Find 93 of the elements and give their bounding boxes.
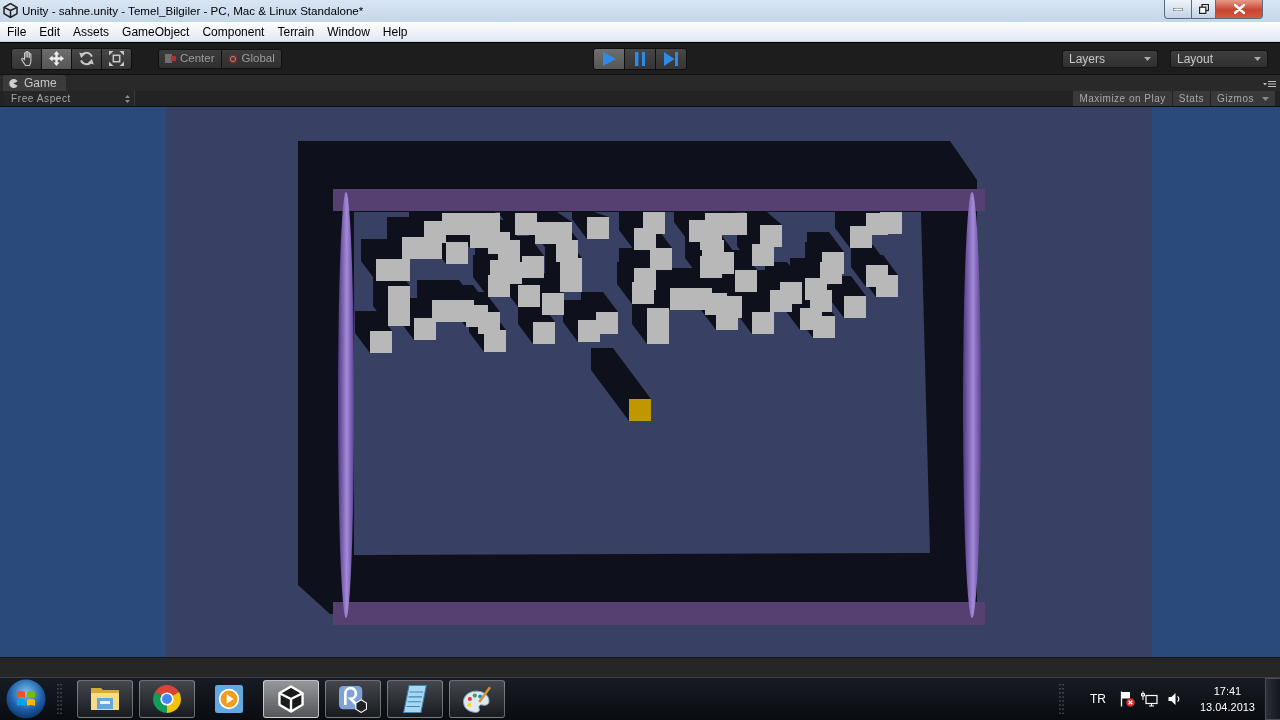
minimize-icon xyxy=(1173,7,1183,11)
hand-icon xyxy=(19,51,34,66)
close-icon xyxy=(1233,4,1245,14)
brick xyxy=(587,217,609,239)
global-toggle[interactable]: Global xyxy=(220,48,282,69)
restore-icon xyxy=(1198,4,1209,14)
taskbar-app-button[interactable] xyxy=(77,680,133,718)
menu-item[interactable]: Assets xyxy=(67,22,116,41)
brick xyxy=(634,228,656,250)
dropdown[interactable]: Layout xyxy=(1170,49,1268,68)
brick xyxy=(515,213,537,235)
folder-icon xyxy=(91,688,119,710)
caret-icon xyxy=(1254,56,1261,61)
clock[interactable]: 17:41 13.04.2013 xyxy=(1198,683,1256,715)
center-toggle[interactable]: Center xyxy=(158,48,222,69)
view-option-button[interactable]: Gizmos xyxy=(1210,91,1275,106)
pivot-icon xyxy=(165,54,176,63)
hand-tool-button[interactable] xyxy=(11,47,42,70)
taskbar-app-button[interactable] xyxy=(139,680,195,718)
ring-icon xyxy=(227,53,238,64)
play-tile-icon xyxy=(215,685,243,713)
panel-menu-button[interactable] xyxy=(1263,80,1276,88)
step-icon xyxy=(664,51,678,66)
menu-item[interactable]: Help xyxy=(376,22,414,41)
pause-icon xyxy=(634,51,646,66)
menu-item[interactable]: Edit xyxy=(33,22,67,41)
grip-icon xyxy=(1058,684,1064,714)
speaker-icon xyxy=(1167,692,1181,706)
brick xyxy=(822,252,844,274)
panel-tab[interactable]: Game xyxy=(3,75,66,91)
language-button[interactable]: TR xyxy=(1087,690,1108,708)
play-button[interactable] xyxy=(593,47,625,70)
caret-icon xyxy=(1144,56,1151,61)
brick xyxy=(632,282,654,304)
cube-logo-icon xyxy=(278,685,304,713)
brick xyxy=(844,296,866,318)
orb-icon xyxy=(6,679,46,719)
brick xyxy=(518,285,540,307)
menu-icon xyxy=(1263,80,1276,88)
caret-icon xyxy=(1262,96,1269,101)
pause-button[interactable] xyxy=(624,47,656,70)
brick xyxy=(650,248,672,270)
brick xyxy=(432,300,454,322)
rotate-icon xyxy=(79,51,94,66)
grip-icon xyxy=(57,684,62,714)
start-button[interactable] xyxy=(6,679,46,719)
brick xyxy=(752,312,774,334)
brick xyxy=(752,244,774,266)
updown-arrow-icon xyxy=(125,94,130,103)
window-title: Unity - sahne.unity - Temel_Bilgiler - PC, Mac & Linux Standalone* xyxy=(22,4,364,18)
restore-button[interactable] xyxy=(1192,0,1216,19)
scale-tool-button[interactable] xyxy=(101,47,132,70)
taskbar-app-button[interactable] xyxy=(263,680,319,718)
scale-icon xyxy=(109,51,124,66)
brick xyxy=(760,225,782,247)
cube-logo-icon xyxy=(3,3,18,18)
view-option-button[interactable]: Maximize on Play xyxy=(1072,91,1172,106)
notepad-icon xyxy=(403,685,427,713)
menu-item[interactable]: Terrain xyxy=(271,22,321,41)
brick xyxy=(670,288,692,310)
menu-item[interactable]: Component xyxy=(196,22,271,41)
rotate-tool-button[interactable] xyxy=(71,47,102,70)
brick xyxy=(484,330,506,352)
brick xyxy=(446,242,468,264)
brick xyxy=(370,331,392,353)
circle-logo-icon xyxy=(153,685,181,713)
move-tool-button[interactable] xyxy=(41,47,72,70)
taskbar-app-button[interactable] xyxy=(449,680,505,718)
move-icon xyxy=(49,51,64,66)
step-button[interactable] xyxy=(655,47,687,70)
flag-error-icon xyxy=(1118,691,1135,707)
close-button[interactable] xyxy=(1216,0,1263,19)
palette-icon xyxy=(463,685,491,713)
view-option-button[interactable]: Stats xyxy=(1171,91,1211,106)
brick xyxy=(533,322,555,344)
brick xyxy=(522,256,544,278)
brick xyxy=(414,318,436,340)
dropdown[interactable]: Layers xyxy=(1062,49,1158,68)
menu-item[interactable]: Window xyxy=(321,22,376,41)
taskbar-app-button[interactable] xyxy=(325,680,381,718)
brick xyxy=(725,213,747,235)
brick xyxy=(596,312,618,334)
network-icon xyxy=(1140,691,1158,707)
menu-item[interactable]: GameObject xyxy=(116,22,196,41)
brick xyxy=(813,316,835,338)
brick xyxy=(542,293,564,315)
brick xyxy=(735,270,757,292)
minimize-button[interactable] xyxy=(1164,0,1192,19)
play-icon xyxy=(602,51,616,66)
r-cube-icon xyxy=(339,685,367,713)
brick xyxy=(880,212,902,234)
menu-item[interactable]: File xyxy=(1,22,33,41)
taskbar-app-button[interactable] xyxy=(387,680,443,718)
